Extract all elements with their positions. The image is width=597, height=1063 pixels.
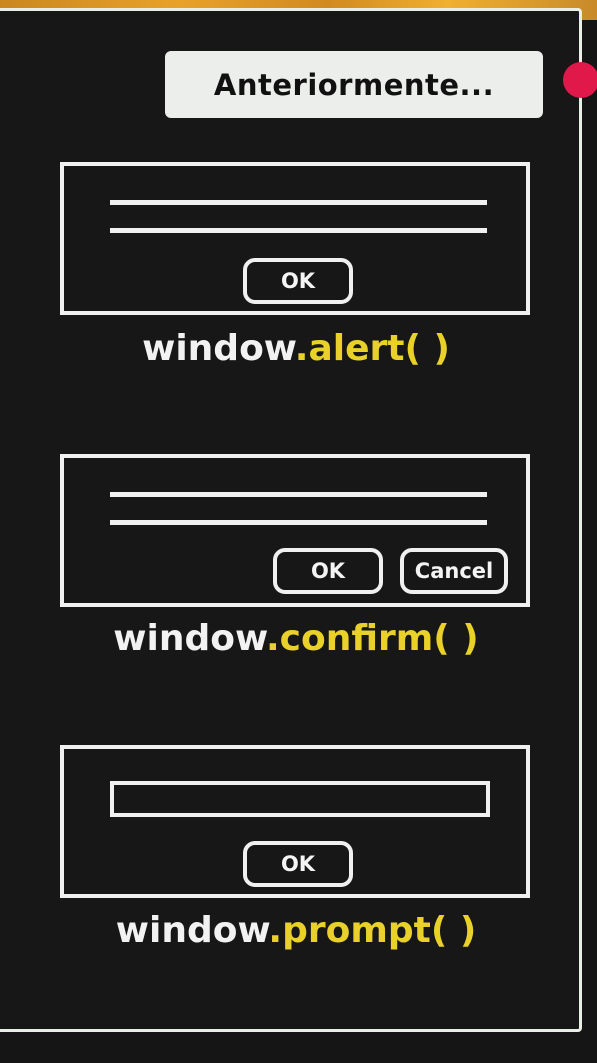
prompt-text-input[interactable] — [110, 781, 490, 817]
message-line — [110, 520, 487, 525]
prompt-dialog-illustration: OK — [60, 745, 530, 898]
prompt-caption-method: .prompt( ) — [268, 910, 477, 951]
message-line — [110, 492, 487, 497]
alert-dialog-illustration: OK — [60, 162, 530, 315]
alert-ok-button[interactable]: OK — [243, 258, 353, 304]
record-indicator-icon — [563, 62, 597, 98]
alert-caption-object: window — [142, 328, 295, 369]
message-line — [110, 200, 487, 205]
prompt-ok-button[interactable]: OK — [243, 841, 353, 887]
prompt-caption-object: window — [115, 910, 269, 951]
prompt-caption: window.prompt( ) — [0, 910, 592, 951]
confirm-caption-object: window — [113, 618, 266, 659]
alert-caption: window.alert( ) — [0, 328, 592, 369]
header-title: Anteriormente... — [213, 67, 495, 102]
confirm-dialog-illustration: OK Cancel — [60, 454, 530, 607]
confirm-ok-button[interactable]: OK — [273, 548, 383, 594]
confirm-caption-method: .confirm( ) — [265, 618, 479, 659]
confirm-cancel-button[interactable]: Cancel — [400, 548, 508, 594]
confirm-caption: window.confirm( ) — [0, 618, 592, 659]
header-banner: Anteriormente... — [165, 51, 543, 118]
message-line — [110, 228, 487, 233]
alert-caption-method: .alert( ) — [294, 328, 450, 369]
